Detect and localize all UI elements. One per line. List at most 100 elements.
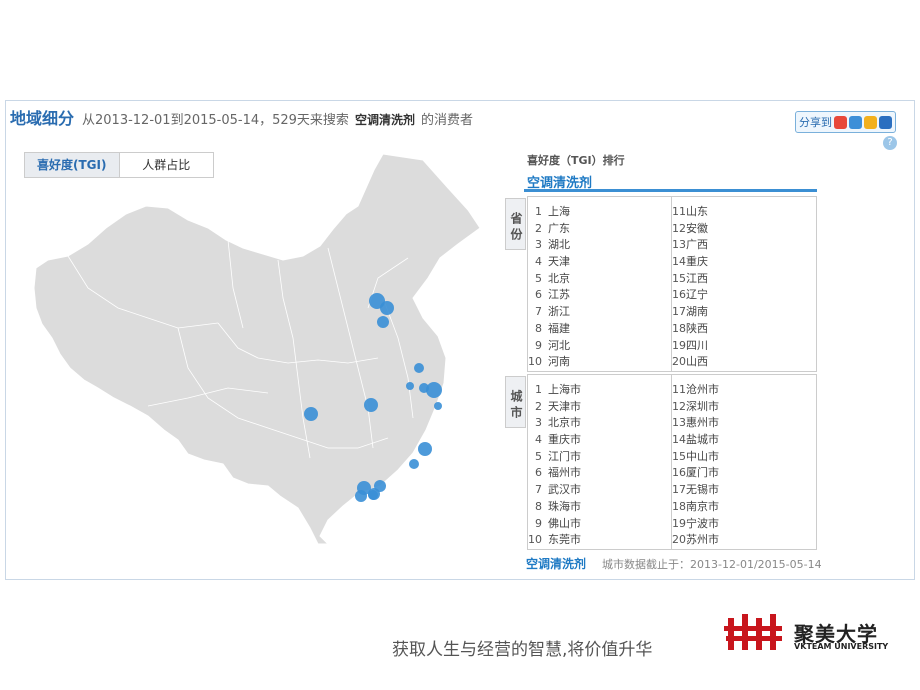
rank-number: 8 xyxy=(535,499,542,513)
rank-name: 盐城市 xyxy=(686,433,719,447)
ranking-row: 1 上海 xyxy=(528,203,671,220)
ranking-row: 2 广东 xyxy=(528,220,671,237)
ranking-row: 18南京市 xyxy=(672,498,816,515)
ranking-row: 4 重庆市 xyxy=(528,431,671,448)
rank-number: 20 xyxy=(672,533,686,547)
rank-number: 17 xyxy=(672,305,686,319)
province-col-left: 1 上海 2 广东 3 湖北 4 天津 5 北京 6 江苏 7 浙江 8 福建 9 河北 10 河南 xyxy=(528,197,672,371)
ranking-row: 12深圳市 xyxy=(672,398,816,415)
rank-name: 辽宁 xyxy=(686,288,708,302)
city-tab[interactable]: 城市 xyxy=(505,376,526,428)
date-range-text: 从2013-12-01到2015-05-14，529天来搜索 xyxy=(82,113,349,128)
rank-name: 山东 xyxy=(686,205,708,218)
logo-text-en: VKTEAM UNIVERSITY xyxy=(794,642,889,651)
star-icon[interactable] xyxy=(864,115,877,129)
rank-name: 山西 xyxy=(686,355,708,369)
city-col-right: 11沧州市 12深圳市 13惠州市 14盐城市 15中山市 16厦门市 17无锡市 18南京市… xyxy=(672,375,816,549)
ranking-row: 1 上海市 xyxy=(528,381,671,398)
ranking-row: 20苏州市 xyxy=(672,531,816,548)
rank-name: 陕西 xyxy=(686,321,708,335)
weibo-icon[interactable] xyxy=(834,115,847,129)
ranking-row: 17无锡市 xyxy=(672,481,816,498)
share-label: 分享到 xyxy=(799,116,832,129)
bubble-jiangmen xyxy=(355,490,367,502)
section-header: 地域细分 从2013-12-01到2015-05-14，529天来搜索 空调清洗剂的… xyxy=(10,105,473,129)
rank-number: 2 xyxy=(535,221,542,235)
rank-number: 20 xyxy=(672,355,686,369)
footer-keyword[interactable]: 空调清洗剂 xyxy=(526,557,586,571)
rank-number: 5 xyxy=(535,449,542,463)
rank-name: 东莞市 xyxy=(548,533,581,547)
rank-number: 3 xyxy=(535,416,542,430)
ranking-row: 16厦门市 xyxy=(672,464,816,481)
ranking-row: 19宁波市 xyxy=(672,515,816,532)
rank-name: 北京 xyxy=(548,271,570,285)
ranking-divider xyxy=(524,189,817,192)
ranking-row: 6 福州市 xyxy=(528,464,671,481)
rank-number: 6 xyxy=(535,288,542,302)
tab-tgi[interactable]: 喜好度(TGI) xyxy=(25,153,120,177)
rank-name: 湖南 xyxy=(686,305,708,319)
ranking-row: 3 湖北 xyxy=(528,236,671,253)
ranking-row: 17湖南 xyxy=(672,303,816,320)
ranking-row: 10 东莞市 xyxy=(528,531,671,548)
ranking-row: 14重庆 xyxy=(672,253,816,270)
ranking-row: 5 北京 xyxy=(528,270,671,287)
rank-name: 福州市 xyxy=(548,466,581,480)
rank-name: 江西 xyxy=(686,271,708,285)
rank-number: 6 xyxy=(535,466,542,480)
rank-name: 江苏 xyxy=(548,288,570,302)
rank-name: 深圳市 xyxy=(686,399,719,413)
bubble-xiamen xyxy=(409,459,419,469)
rank-name: 江门市 xyxy=(548,449,581,463)
ranking-row: 8 福建 xyxy=(528,320,671,337)
help-icon[interactable]: ? xyxy=(883,136,897,150)
ranking-row: 12安徽 xyxy=(672,220,816,237)
rank-number: 16 xyxy=(672,466,686,480)
ranking-title: 喜好度（TGI）排行 xyxy=(527,154,625,167)
rank-name: 安徽 xyxy=(686,221,708,235)
section-title: 地域细分 xyxy=(10,109,75,128)
rank-name: 福建 xyxy=(548,321,570,335)
bubble-nanjing xyxy=(406,382,414,390)
share-bar[interactable]: 分享到 xyxy=(795,111,896,133)
rank-name: 广东 xyxy=(548,221,570,235)
ranking-row: 14盐城市 xyxy=(672,431,816,448)
map-shape xyxy=(33,153,481,545)
rank-name: 广西 xyxy=(686,238,708,252)
rank-name: 北京市 xyxy=(548,416,581,430)
province-tab[interactable]: 省份 xyxy=(505,198,526,250)
tab-share[interactable]: 人群占比 xyxy=(120,153,214,177)
ranking-row: 15中山市 xyxy=(672,448,816,465)
city-ranking: 1 上海市 2 天津市 3 北京市 4 重庆市 5 江门市 6 福州市 7 武汉市 8 珠海市 9 佛山市 10 东莞… xyxy=(527,374,817,550)
bubble-tianjin xyxy=(380,301,394,315)
rank-number: 12 xyxy=(672,221,686,235)
ranking-row: 19四川 xyxy=(672,337,816,354)
bubble-fuzhou xyxy=(418,442,432,456)
qzone-icon[interactable] xyxy=(849,115,862,129)
rank-name: 武汉市 xyxy=(548,483,581,497)
rank-name: 浙江 xyxy=(548,305,570,319)
ranking-row: 4 天津 xyxy=(528,253,671,270)
header-suffix: 的消费者 xyxy=(420,113,473,128)
rank-name: 惠州市 xyxy=(686,416,719,430)
rank-number: 13 xyxy=(672,238,686,252)
rank-number: 11 xyxy=(672,383,686,396)
rank-number: 3 xyxy=(535,238,542,252)
rank-number: 4 xyxy=(535,255,542,269)
ranking-row: 6 江苏 xyxy=(528,286,671,303)
renren-icon[interactable] xyxy=(879,115,892,129)
metric-tabs: 喜好度(TGI) 人群占比 xyxy=(24,152,214,178)
bubble-yancheng xyxy=(414,363,424,373)
rank-name: 湖北 xyxy=(548,238,570,252)
rank-name: 四川 xyxy=(686,338,708,352)
bubble-chongqing xyxy=(304,407,318,421)
rank-number: 19 xyxy=(672,516,686,530)
rank-name: 天津 xyxy=(548,255,570,269)
rank-number: 1 xyxy=(535,205,542,218)
rank-number: 17 xyxy=(672,483,686,497)
rank-number: 16 xyxy=(672,288,686,302)
rank-name: 天津市 xyxy=(548,399,581,413)
ranking-row: 7 浙江 xyxy=(528,303,671,320)
rank-number: 2 xyxy=(535,399,542,413)
